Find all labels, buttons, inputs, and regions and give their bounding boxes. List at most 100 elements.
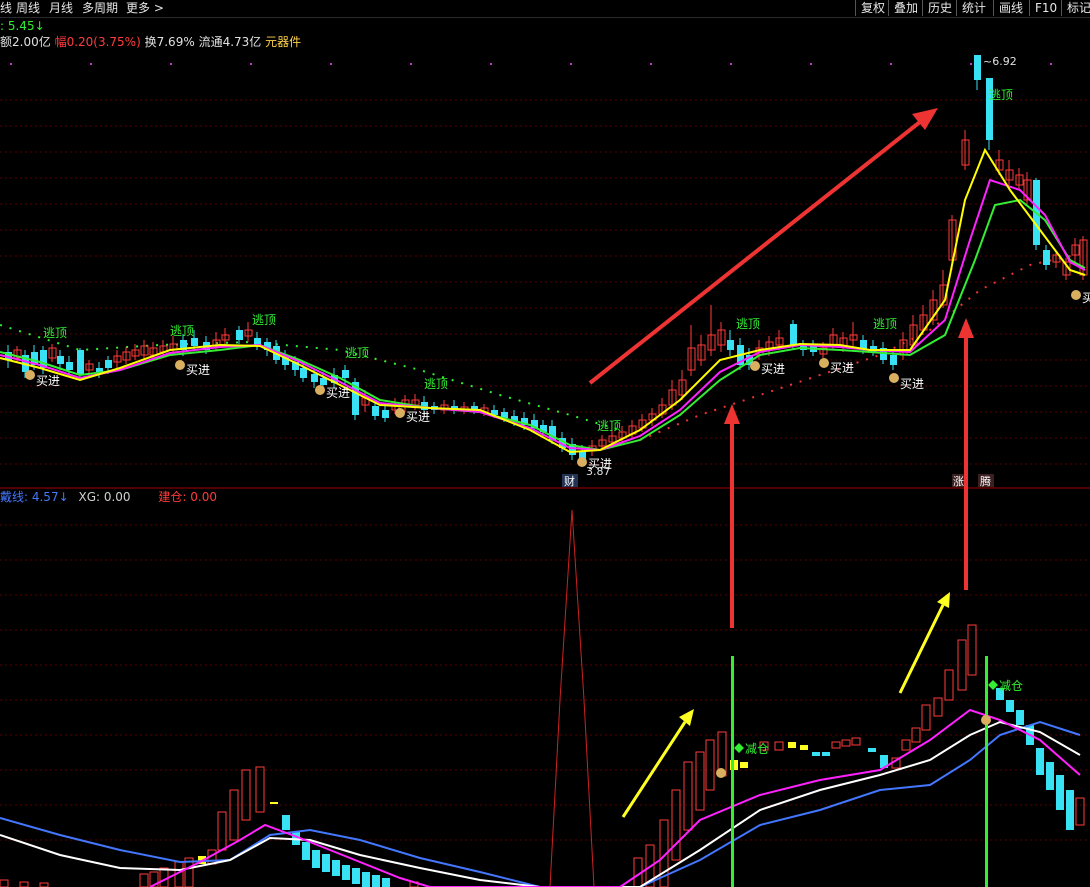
sub-bar bbox=[851, 737, 861, 746]
money-bag-icon bbox=[25, 370, 35, 380]
money-bag-icon bbox=[315, 385, 325, 395]
yellow-trend-arrow bbox=[621, 709, 694, 818]
sub-legend-name: 戴线: 4.57 bbox=[0, 490, 59, 504]
candle-body bbox=[727, 340, 734, 350]
top-dots bbox=[10, 63, 1052, 65]
event-marker-zhang[interactable]: 涨 bbox=[953, 475, 964, 488]
red-vertical-arrow bbox=[958, 318, 974, 590]
down-arrow-icon: ↓ bbox=[58, 490, 69, 504]
sub-bar bbox=[39, 882, 49, 887]
sub-bar bbox=[241, 769, 251, 821]
candle-body bbox=[890, 355, 897, 365]
signal-escape-top: 逃顶 bbox=[597, 419, 621, 433]
event-marker-cai[interactable]: 财 bbox=[564, 474, 575, 488]
sub-bar bbox=[312, 850, 320, 868]
sub-bar bbox=[372, 875, 380, 887]
sub-bar bbox=[362, 872, 370, 887]
candle-body bbox=[372, 406, 379, 416]
yellow-trend-arrow bbox=[898, 592, 950, 694]
ma-green-line bbox=[0, 198, 1086, 452]
candle-body bbox=[790, 324, 797, 345]
main-grid bbox=[0, 99, 1090, 465]
signal-escape-top: 逃顶 bbox=[252, 313, 276, 327]
reduce-label: 减仓 bbox=[999, 679, 1023, 693]
candle-body bbox=[382, 410, 389, 418]
sub-bar bbox=[740, 762, 748, 768]
sub-bar bbox=[671, 789, 681, 861]
sub-bar bbox=[1056, 775, 1064, 810]
money-bag-icon bbox=[577, 457, 587, 467]
candle-body bbox=[342, 370, 349, 378]
sub-bar bbox=[282, 815, 290, 830]
sub-bar bbox=[352, 868, 360, 884]
sub-bar bbox=[774, 741, 784, 751]
money-bag-icon bbox=[889, 373, 899, 383]
signal-buy: 买进 bbox=[36, 374, 60, 388]
sub-bar bbox=[695, 751, 705, 811]
sub-bar bbox=[933, 697, 943, 717]
sub-magenta-line bbox=[149, 708, 1081, 887]
sub-bar bbox=[270, 802, 278, 804]
money-bag-icon bbox=[175, 360, 185, 370]
sub-bar bbox=[831, 741, 841, 749]
sub-bar bbox=[901, 739, 911, 751]
signal-escape-top: 逃顶 bbox=[424, 377, 448, 391]
sub-bar bbox=[332, 860, 340, 876]
money-bag-icon bbox=[1071, 290, 1081, 300]
sub-bar bbox=[921, 704, 931, 731]
sub-red-spike bbox=[549, 509, 595, 887]
signal-buy: 买进 bbox=[406, 410, 430, 424]
signal-escape-top: 逃顶 bbox=[43, 326, 67, 340]
sub-bar bbox=[1066, 790, 1074, 830]
event-marker-teng[interactable]: 腾 bbox=[980, 474, 991, 488]
reduce-signal-line bbox=[731, 656, 734, 887]
kline-chart[interactable]: ~6.92 3.87 逃顶 逃顶 逃顶 逃顶 逃顶 逃顶 逃顶 逃顶 逃顶 买进… bbox=[0, 0, 1090, 887]
sub-bar bbox=[683, 761, 693, 831]
sub-bar bbox=[822, 752, 830, 756]
candle-body bbox=[254, 338, 261, 345]
sub-grid bbox=[0, 524, 1090, 841]
sub-bar bbox=[229, 789, 239, 841]
signal-buy: 买进 bbox=[588, 457, 612, 471]
sub-bar bbox=[967, 624, 977, 676]
signal-buy: 买进 bbox=[186, 363, 210, 377]
signal-buy: 买进 bbox=[761, 362, 785, 376]
money-bag-icon bbox=[395, 408, 405, 418]
money-bag-icon bbox=[716, 768, 726, 778]
money-bag-icon bbox=[981, 715, 991, 725]
candle-body bbox=[1043, 250, 1050, 265]
sub-bar bbox=[800, 745, 808, 750]
signal-buy: 买进 bbox=[326, 386, 350, 400]
sub-bar bbox=[1036, 748, 1044, 775]
signal-escape-top: 逃顶 bbox=[345, 346, 369, 360]
candle-body bbox=[66, 362, 73, 370]
candle-body bbox=[300, 368, 307, 378]
reduce-signal-line bbox=[985, 656, 988, 887]
sub-bar bbox=[302, 842, 310, 860]
sub-bar-series bbox=[0, 624, 1085, 887]
signal-escape-top: 逃顶 bbox=[170, 324, 194, 338]
sub-bar bbox=[1046, 762, 1054, 790]
candle-body bbox=[57, 356, 64, 364]
signal-escape-top: 逃顶 bbox=[736, 317, 760, 331]
sub-bar bbox=[868, 748, 876, 752]
sub-bar bbox=[342, 865, 350, 880]
money-bag-icon bbox=[750, 361, 760, 371]
sub-bar bbox=[0, 879, 9, 887]
sub-bar bbox=[382, 878, 390, 887]
diamond-icon bbox=[734, 743, 744, 753]
ma-yellow-line bbox=[0, 147, 1086, 454]
sub-bar bbox=[1075, 797, 1085, 826]
green-dotted-line bbox=[0, 324, 621, 431]
money-bag-icon bbox=[819, 358, 829, 368]
sub-bar bbox=[788, 742, 796, 748]
candle-body bbox=[191, 338, 198, 346]
sub-chart-legend: 戴线: 4.57↓ XG: 0.00 建仓: 0.00 bbox=[0, 490, 217, 505]
sub-bar bbox=[944, 669, 954, 701]
candle-body bbox=[105, 360, 112, 368]
high-price-label: ~6.92 bbox=[983, 55, 1017, 68]
signal-escape-top: 逃顶 bbox=[989, 88, 1013, 102]
candle-body bbox=[974, 55, 981, 80]
signal-buy: 买进 bbox=[830, 361, 854, 375]
signal-escape-top: 逃顶 bbox=[873, 317, 897, 331]
